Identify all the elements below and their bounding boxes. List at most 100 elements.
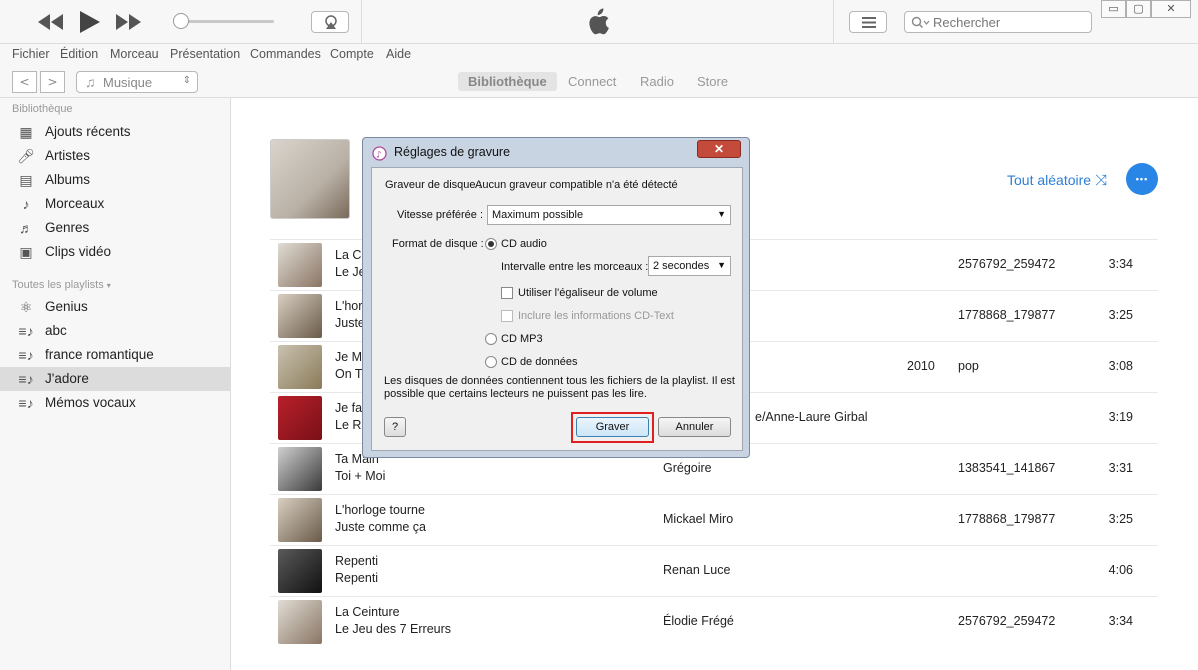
tab-connect[interactable]: Connect [558,72,626,91]
sidebar-item-videos[interactable]: ▣ Clips vidéo [0,240,230,264]
cd-text-checkbox[interactable] [501,310,513,322]
minimize-button[interactable]: ▭ [1101,0,1126,18]
burn-button[interactable]: Graver [576,417,649,437]
dropdown-arrow-icon: ▼ [717,260,726,270]
help-icon: ? [391,421,399,433]
shuffle-all-button[interactable]: Tout aléatoire ⤨ [1007,172,1107,189]
cd-text-label: Inclure les informations CD-Text [518,310,674,322]
back-button[interactable]: < [12,71,37,93]
track-duration: 3:19 [1108,410,1133,424]
track-album: Le Je [335,265,366,279]
track-album: Juste [335,316,365,330]
album-art [278,498,322,542]
volume-eq-label[interactable]: Utiliser l'égaliseur de volume [518,287,658,299]
sidebar-item-genius[interactable]: ⚛ Genius [0,295,230,319]
airplay-icon [325,15,337,29]
search-input[interactable]: Rechercher [904,11,1092,33]
dialog-close-button[interactable]: ✕ [697,140,741,158]
track-composer: 1383541_141867 [958,461,1056,475]
restore-button[interactable]: ▢ [1126,0,1151,18]
gap-value: 2 secondes [653,260,710,272]
track-composer: 2576792_259472 [958,614,1056,628]
album-icon: ▤ [19,172,33,188]
genius-icon: ⚛ [19,299,33,315]
table-row[interactable]: La Ceinture Le Jeu des 7 Erreurs Élodie … [270,596,1158,647]
tab-bibliotheque[interactable]: Bibliothèque [458,72,557,91]
volume-eq-checkbox[interactable] [501,287,513,299]
gap-select[interactable]: 2 secondes ▼ [648,256,731,276]
album-art [278,396,322,440]
shuffle-icon: ⤨ [1094,172,1107,189]
chevron-right-icon: > [47,75,58,89]
radio-data-cd[interactable] [485,356,497,368]
track-duration: 4:06 [1108,563,1133,577]
table-row[interactable]: Repenti Repenti Renan Luce 4:06 [270,545,1158,596]
search-icon [911,16,930,28]
table-row[interactable]: L'horloge tourne Juste comme ça Mickael … [270,494,1158,545]
track-composer: 2576792_259472 [958,257,1056,271]
fast-forward-icon[interactable] [116,14,142,30]
navigation-bar: < > ♫ Musique ⇕ Bibliothèque Connect Rad… [0,66,1198,98]
sidebar-item-albums[interactable]: ▤ Albums [0,168,230,192]
airplay-button[interactable] [311,11,349,33]
sidebar-item-label: Ajouts récents [45,124,131,139]
sidebar-item-genres[interactable]: ♬ Genres [0,216,230,240]
menu-compte[interactable]: Compte [330,47,374,61]
volume-slider[interactable] [182,20,274,23]
tab-store[interactable]: Store [687,72,738,91]
sidebar-item-artists[interactable]: 🎤︎ Artistes [0,144,230,168]
sidebar-item-label: J'adore [45,371,89,386]
chevron-updown-icon: ⇕ [182,75,191,86]
media-kind-select[interactable]: ♫ Musique ⇕ [76,71,198,93]
sidebar-item-jadore[interactable]: ≡♪ J'adore [0,367,230,391]
dropdown-arrow-icon: ▼ [717,209,726,219]
menu-morceau[interactable]: Morceau [110,47,159,61]
close-window-button[interactable]: ✕ [1151,0,1191,18]
track-title: La Ceinture [335,605,400,619]
menu-bar: Fichier Édition Morceau Présentation Com… [0,44,1198,66]
up-next-button[interactable] [849,11,887,33]
sidebar-item-voice-memos[interactable]: ≡♪ Mémos vocaux [0,391,230,415]
track-duration: 3:08 [1108,359,1133,373]
list-icon [862,17,876,28]
itunes-icon: ♪ [372,146,387,161]
volume-knob[interactable] [173,13,189,29]
menu-edition[interactable]: Édition [60,47,98,61]
forward-button[interactable]: > [40,71,65,93]
radio-cd-audio[interactable] [485,238,497,250]
play-icon[interactable] [80,11,100,33]
radio-cd-mp3[interactable] [485,333,497,345]
sidebar-playlists-header[interactable]: Toutes les playlists ▾ [12,279,111,291]
track-duration: 3:31 [1108,461,1133,475]
sidebar-item-songs[interactable]: ♪ Morceaux [0,192,230,216]
gap-label: Intervalle entre les morceaux : [501,261,649,273]
data-disc-note: Les disques de données contiennent tous … [384,375,735,400]
sidebar-library-header: Bibliothèque [12,103,73,115]
track-artist: Renan Luce [663,563,731,577]
menu-aide[interactable]: Aide [386,47,411,61]
track-duration: 3:34 [1108,257,1133,271]
note-icon: ♫ [85,74,96,90]
album-art [278,549,322,593]
speed-value: Maximum possible [492,209,584,221]
speed-label: Vitesse préférée : [397,209,484,221]
sidebar-item-recent[interactable]: ▦ Ajouts récents [0,120,230,144]
tab-radio[interactable]: Radio [630,72,684,91]
cancel-button-label: Annuler [675,421,714,433]
cd-mp3-label[interactable]: CD MP3 [501,333,543,345]
search-placeholder: Rechercher [933,15,1001,30]
menu-commandes[interactable]: Commandes [250,47,321,61]
rewind-icon[interactable] [38,14,64,30]
speed-select[interactable]: Maximum possible ▼ [487,205,731,225]
cancel-button[interactable]: Annuler [658,417,731,437]
more-options-button[interactable]: ••• [1126,163,1158,195]
help-button[interactable]: ? [384,417,406,437]
cd-audio-label[interactable]: CD audio [501,238,547,250]
dialog-title: Réglages de gravure [394,145,511,159]
menu-presentation[interactable]: Présentation [170,47,240,61]
grid-icon: ▦ [19,124,33,140]
sidebar-item-abc[interactable]: ≡♪ abc [0,319,230,343]
menu-fichier[interactable]: Fichier [12,47,50,61]
sidebar-item-france-romantique[interactable]: ≡♪ france romantique [0,343,230,367]
data-cd-label[interactable]: CD de données [501,356,577,368]
